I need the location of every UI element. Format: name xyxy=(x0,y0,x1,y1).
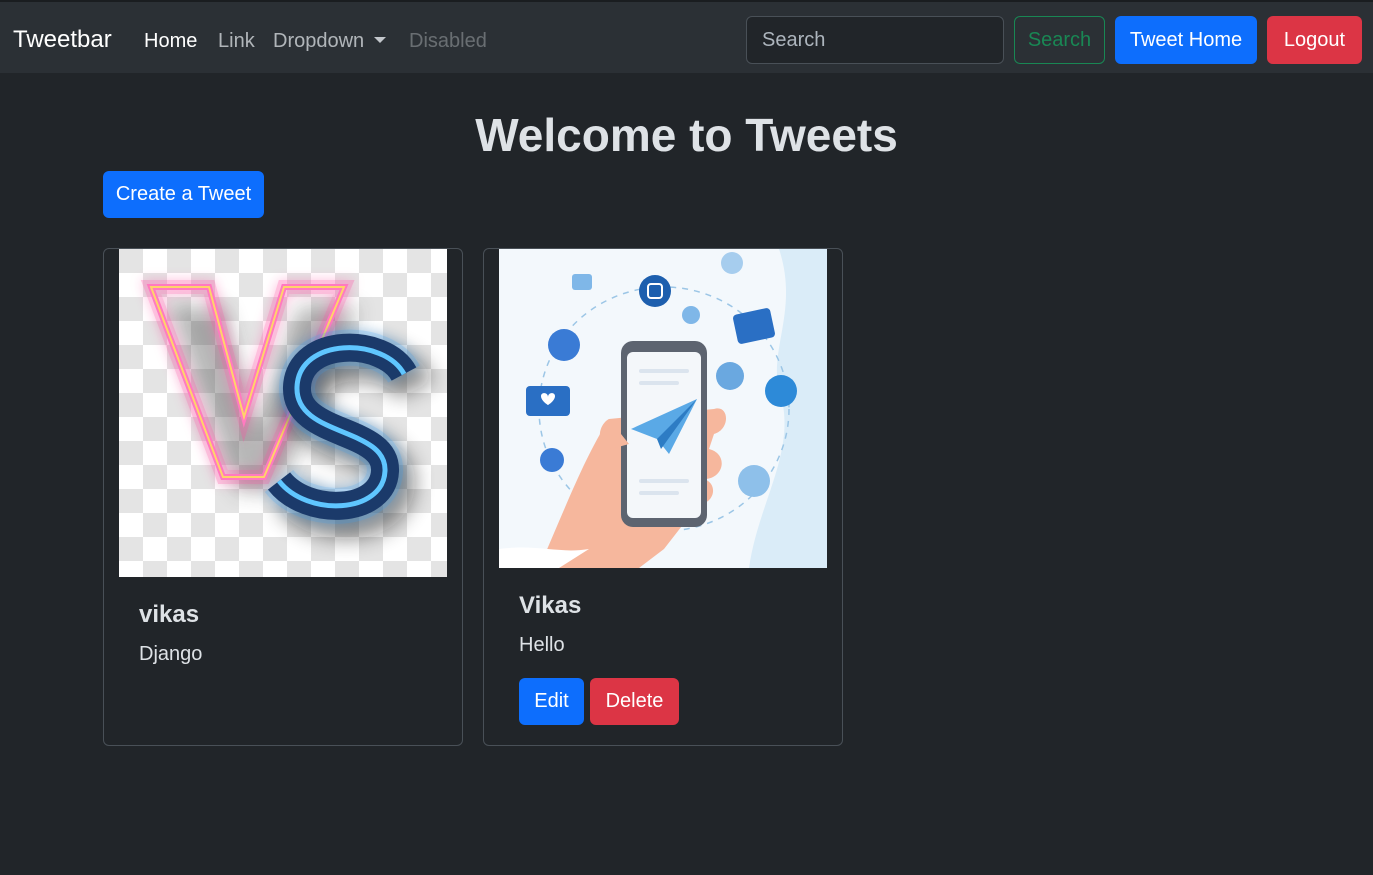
tweet-card: Vikas Hello Edit Delete xyxy=(483,248,843,746)
logout-button[interactable]: Logout xyxy=(1267,16,1362,64)
delete-button[interactable]: Delete xyxy=(590,678,679,725)
social-media-phone-image xyxy=(499,249,827,568)
nav-link-home[interactable]: Home xyxy=(144,29,197,53)
search-button[interactable]: Search xyxy=(1014,16,1105,64)
caret-down-icon xyxy=(374,37,387,43)
vs-neon-image xyxy=(119,249,447,577)
tweet-card: vikas Django xyxy=(103,248,463,746)
page-title: Welcome to Tweets xyxy=(475,109,898,161)
search-input[interactable] xyxy=(746,16,1004,64)
tweet-text: Django xyxy=(139,643,203,665)
tweet-title: Vikas xyxy=(519,592,582,619)
navbar-brand[interactable]: Tweetbar xyxy=(13,26,112,54)
nav-dropdown-toggle[interactable]: Dropdown xyxy=(273,29,387,53)
tweet-home-button[interactable]: Tweet Home xyxy=(1115,16,1257,64)
create-tweet-button[interactable]: Create a Tweet xyxy=(103,171,264,218)
nav-link-link[interactable]: Link xyxy=(218,29,255,53)
nav-link-disabled: Disabled xyxy=(409,30,487,52)
nav-dropdown-label: Dropdown xyxy=(273,30,365,52)
navbar: Tweetbar Home Link Dropdown Disabled Sea… xyxy=(0,0,1373,73)
tweet-text: Hello xyxy=(519,634,565,656)
edit-button[interactable]: Edit xyxy=(519,678,584,725)
tweet-title: vikas xyxy=(139,601,200,628)
